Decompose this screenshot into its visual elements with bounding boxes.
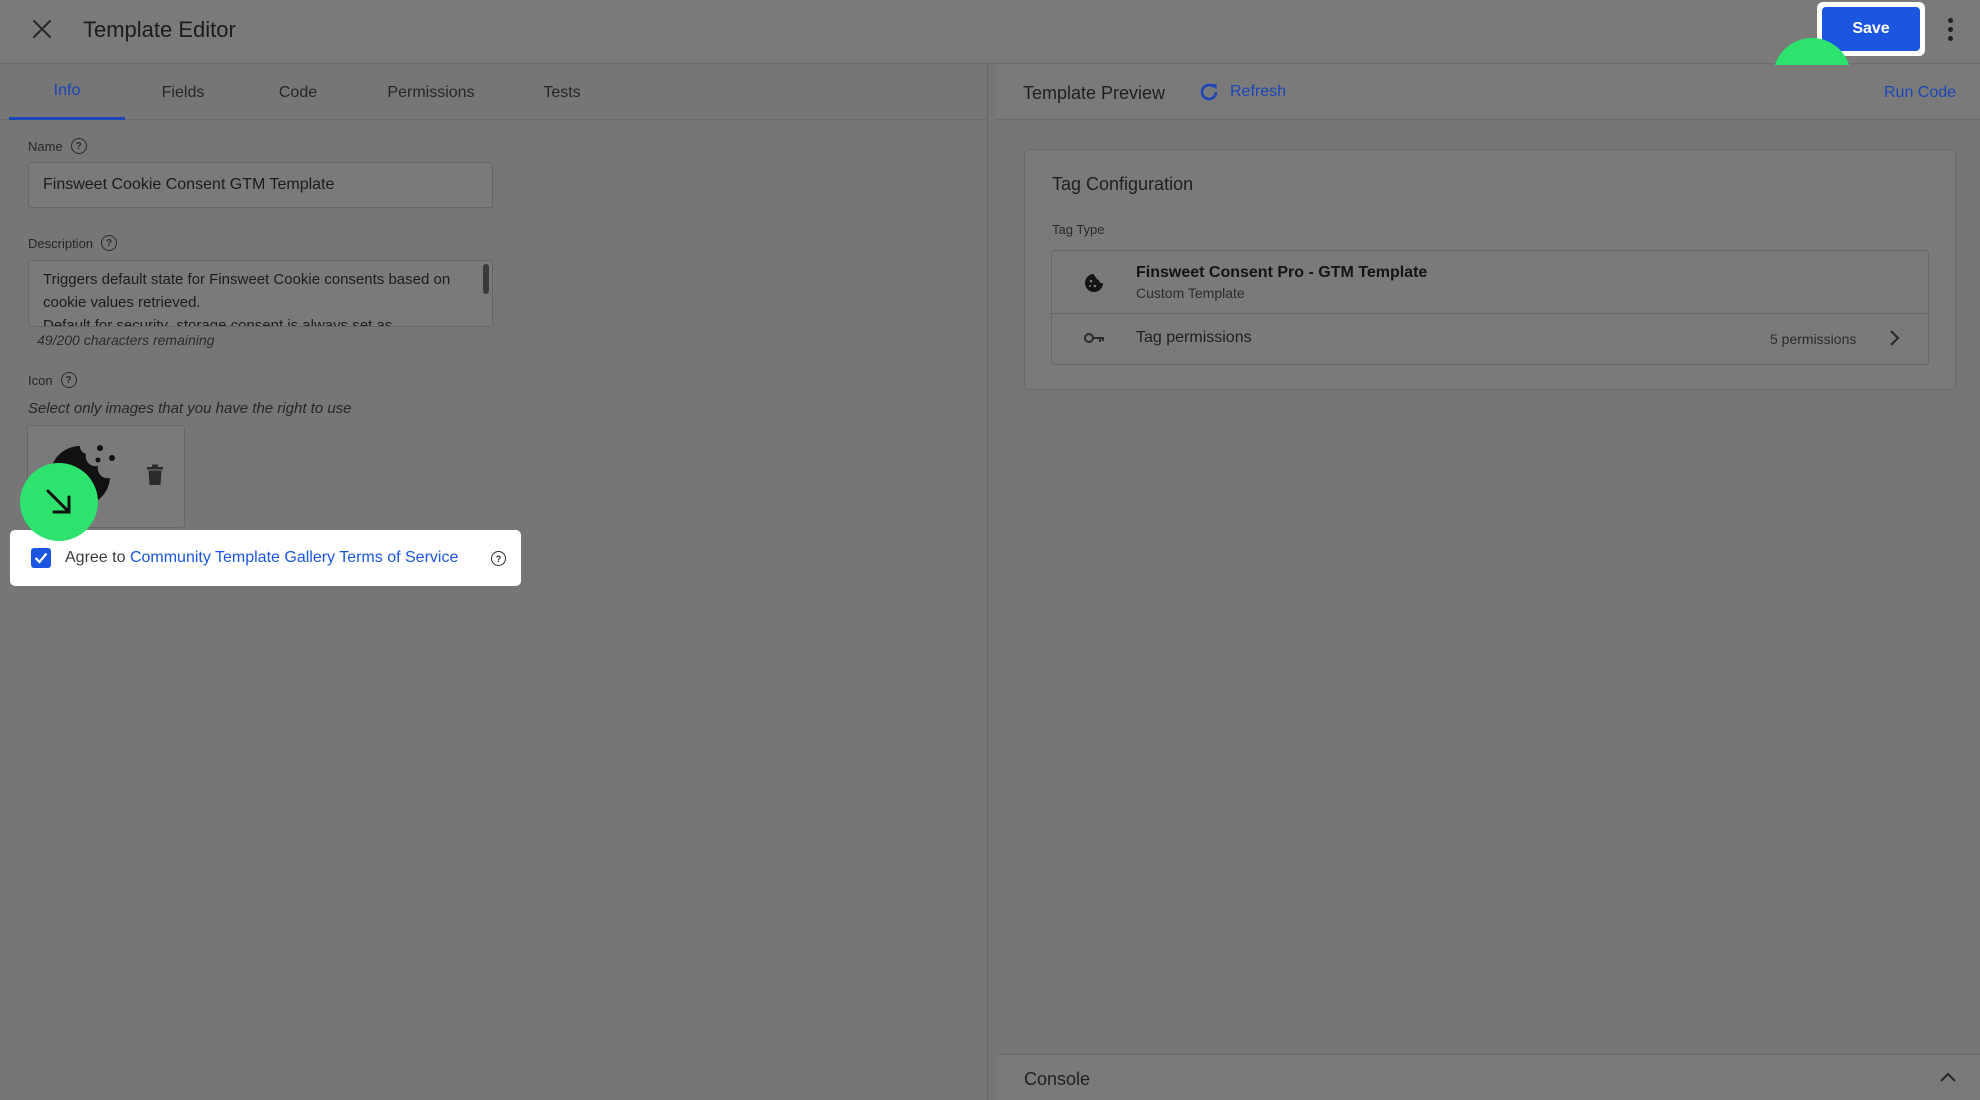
tab-bar: Info Fields Code Permissions Tests <box>0 65 988 120</box>
terms-label: Agree to Community Template Gallery Term… <box>65 549 459 566</box>
help-icon[interactable]: ? <box>101 235 118 251</box>
trash-icon[interactable] <box>146 464 164 486</box>
cookie-icon <box>1085 274 1103 292</box>
description-textarea[interactable]: Triggers default state for Finsweet Cook… <box>28 260 493 327</box>
permissions-label: Tag permissions <box>1136 329 1252 346</box>
tag-subtitle: Custom Template <box>1136 285 1245 301</box>
tab-permissions[interactable]: Permissions <box>370 65 492 120</box>
name-input[interactable]: Finsweet Cookie Consent GTM Template <box>28 162 493 208</box>
description-label: Description ? <box>28 235 118 251</box>
terms-checkbox[interactable] <box>31 548 51 568</box>
console-bar[interactable]: Console <box>996 1054 1980 1100</box>
tab-tests[interactable]: Tests <box>522 65 602 120</box>
chevron-right-icon[interactable] <box>1884 328 1904 348</box>
preview-title: Template Preview <box>1023 83 1166 103</box>
icon-helper-text: Select only images that you have the rig… <box>28 400 352 417</box>
tag-type-row[interactable]: Finsweet Consent Pro - GTM Template Cust… <box>1052 251 1928 314</box>
app-header: Template Editor Save <box>0 0 1980 64</box>
preview-header: Template Preview Refresh Run Code <box>996 65 1980 120</box>
permissions-count: 5 permissions <box>1770 331 1857 347</box>
tab-code[interactable]: Code <box>255 65 341 120</box>
tag-permissions-row[interactable]: Tag permissions 5 permissions <box>1052 314 1928 364</box>
terms-agreement: Agree to Community Template Gallery Term… <box>10 530 521 586</box>
refresh-icon <box>1200 83 1218 101</box>
tag-configuration-card: Tag Configuration Tag Type Finsweet Cons… <box>1024 149 1956 390</box>
textarea-scrollbar[interactable] <box>483 264 489 294</box>
close-icon[interactable] <box>27 14 57 44</box>
save-button[interactable]: Save <box>1822 7 1920 51</box>
tab-fields[interactable]: Fields <box>140 65 226 120</box>
check-icon <box>34 552 48 564</box>
icon-label: Icon ? <box>28 372 77 388</box>
tag-type-box: Finsweet Consent Pro - GTM Template Cust… <box>1051 250 1929 365</box>
more-options-icon[interactable] <box>1937 13 1963 45</box>
name-label: Name ? <box>28 138 87 154</box>
editor-panel: Info Fields Code Permissions Tests Name … <box>0 65 988 1100</box>
help-icon[interactable]: ? <box>70 138 87 154</box>
help-icon[interactable]: ? <box>60 372 77 388</box>
tag-name: Finsweet Consent Pro - GTM Template <box>1136 264 1428 281</box>
tag-type-label: Tag Type <box>1052 222 1105 237</box>
key-icon <box>1084 333 1104 343</box>
preview-panel: Template Preview Refresh Run Code Tag Co… <box>996 65 1980 1100</box>
refresh-button[interactable]: Refresh <box>1198 81 1286 103</box>
chevron-up-icon[interactable] <box>1938 1069 1958 1085</box>
card-title: Tag Configuration <box>1052 174 1194 194</box>
run-code-button[interactable]: Run Code <box>1884 84 1956 102</box>
help-icon[interactable]: ? <box>491 551 506 566</box>
tab-info[interactable]: Info <box>9 65 125 120</box>
terms-link[interactable]: Community Template Gallery Terms of Serv… <box>130 549 458 566</box>
console-label: Console <box>1024 1069 1091 1089</box>
arrow-down-right-marker-icon <box>20 463 98 541</box>
characters-remaining: 49/200 characters remaining <box>37 332 215 348</box>
page-title: Template Editor <box>83 17 236 42</box>
